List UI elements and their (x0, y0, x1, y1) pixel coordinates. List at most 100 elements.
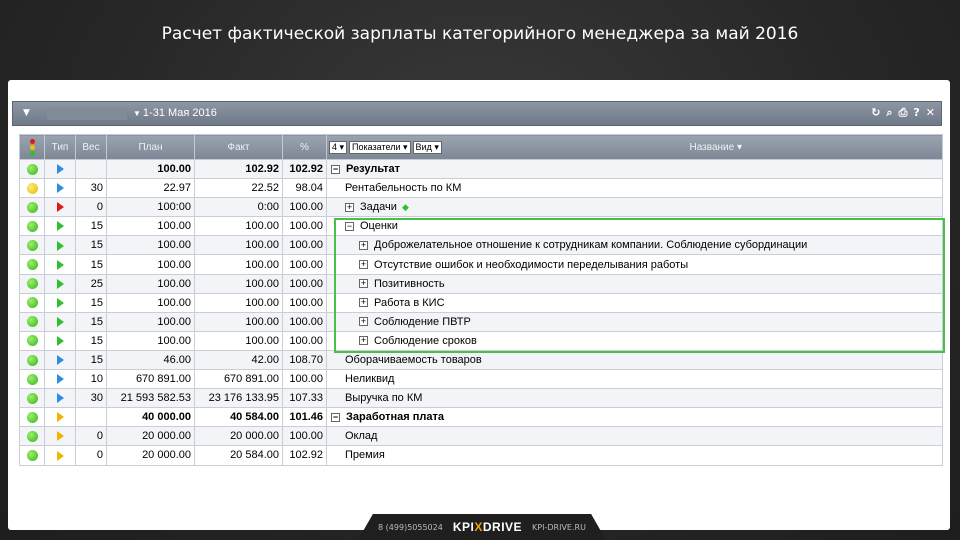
expand-icon[interactable]: + (359, 317, 368, 327)
collapse-icon[interactable]: − (345, 221, 354, 231)
expand-icon[interactable]: + (359, 336, 368, 346)
percent-cell: 100.00 (282, 369, 327, 390)
type-flag-icon (56, 431, 64, 442)
table-row[interactable]: 15 100.00 100.00 100.00− Оценки (19, 216, 943, 237)
collapse-icon[interactable]: − (331, 412, 340, 422)
weight-cell: 15 (75, 254, 107, 275)
name-cell[interactable]: + Соблюдение ПВТР (326, 311, 943, 332)
percent-cell: 100.00 (282, 273, 327, 294)
percent-cell: 102.92 (282, 445, 327, 466)
percent-column-header[interactable]: % (282, 134, 327, 160)
type-cell (44, 158, 76, 180)
table-row[interactable]: 25 100.00 100.00 100.00 + Позитивность (19, 273, 943, 294)
indicator-name: Премия (345, 449, 385, 462)
status-cell (19, 445, 45, 466)
table-row[interactable]: 15 100.00 100.00 100.00 + Соблюдение ПВТР (19, 311, 943, 332)
name-cell[interactable]: − Оценки (326, 216, 943, 237)
status-cell (19, 369, 45, 390)
percent-cell: 98.04 (282, 178, 327, 199)
weight-cell: 15 (75, 311, 107, 332)
search-icon[interactable]: ⌕ (886, 106, 892, 120)
status-light-icon (26, 411, 38, 423)
chevron-down-icon[interactable]: ▼ (23, 108, 30, 118)
fact-column-header[interactable]: Факт (194, 134, 283, 160)
view-select[interactable]: Вид ▾ (412, 140, 442, 154)
print-icon[interactable]: ⎙ (899, 106, 908, 120)
footer-site[interactable]: KPI-DRIVE.RU (532, 523, 586, 532)
refresh-icon[interactable]: ↻ (871, 106, 880, 120)
status-cell (19, 197, 45, 218)
period-arrow-icon: ▼ (133, 109, 141, 118)
fact-cell: 20 584.00 (194, 445, 283, 466)
status-light-icon (26, 163, 38, 175)
expand-icon[interactable]: + (345, 202, 354, 212)
collapse-icon[interactable]: − (331, 164, 340, 174)
period-selector[interactable]: ▼ 1-31 Мая 2016 (133, 107, 217, 119)
name-cell[interactable]: + Позитивность (326, 273, 943, 294)
type-flag-icon (56, 450, 64, 461)
name-cell[interactable]: Оборачиваемость товаров (326, 349, 943, 371)
status-cell (19, 254, 45, 275)
name-cell[interactable]: + Задачи ◆ (326, 197, 943, 218)
type-flag-icon (56, 221, 64, 232)
plan-cell: 46.00 (106, 349, 195, 371)
table-row[interactable]: 15 46.00 42.00 108.70 Оборачиваемость товаро… (19, 349, 943, 371)
indicator-name: Работа в КИС (374, 296, 445, 309)
name-cell[interactable]: + Соблюдение сроков (326, 330, 943, 351)
table-row[interactable]: 30 22.97 22.52 98.04 Рентабельность по КМ (19, 178, 943, 199)
table-row[interactable]: 0 20 000.00 20 000.00 100.00 Оклад (19, 426, 943, 447)
expand-icon[interactable]: + (359, 241, 368, 251)
employee-selector[interactable] (47, 107, 127, 120)
table-row[interactable]: 30 21 593 582.53 23 176 133.95 107.33 Выручк… (19, 388, 943, 409)
expand-icon[interactable]: + (359, 279, 368, 289)
type-flag-icon (56, 259, 64, 270)
name-cell[interactable]: Неликвид (326, 369, 943, 390)
type-flag-icon (56, 202, 64, 213)
table-row[interactable]: 40 000.00 40 584.00 101.46− Заработная плат… (19, 407, 943, 428)
help-icon[interactable]: ? (913, 106, 919, 120)
weight-cell: 0 (75, 445, 107, 466)
name-cell[interactable]: − Результат (326, 158, 943, 180)
percent-cell: 100.00 (282, 254, 327, 275)
table-row[interactable]: 15 100.00 100.00 100.00 + Работа в КИС (19, 292, 943, 313)
name-cell[interactable]: Выручка по КМ (326, 388, 943, 409)
status-light-icon (26, 240, 38, 252)
diamond-icon: ◆ (401, 202, 409, 213)
percent-cell: 100.00 (282, 292, 327, 313)
levels-select[interactable]: 4 ▾ (329, 140, 348, 154)
name-cell[interactable]: Премия (326, 445, 943, 466)
table-row[interactable]: 15 100.00 100.00 100.00 + Соблюдение сроков (19, 330, 943, 351)
weight-cell: 15 (75, 216, 107, 237)
name-cell[interactable]: − Заработная плата (326, 407, 943, 428)
status-cell (19, 216, 45, 237)
type-cell (44, 407, 76, 428)
status-light-icon (26, 450, 38, 462)
weight-column-header[interactable]: Вес (75, 134, 107, 160)
name-cell[interactable]: Оклад (326, 426, 943, 447)
type-column-header[interactable]: Тип (44, 134, 76, 160)
table-row[interactable]: 10 670 891.00 670 891.00 100.00 Неликвид (19, 369, 943, 390)
name-cell[interactable]: + Доброжелательное отношение к сотрудника… (326, 235, 943, 256)
table-row[interactable]: 15 100.00 100.00 100.00 + Отсутствие ошибок и… (19, 254, 943, 275)
indicators-select[interactable]: Показатели ▾ (349, 140, 411, 154)
status-cell (19, 273, 45, 294)
status-cell (19, 178, 45, 199)
table-row[interactable]: 0 20 000.00 20 584.00 102.92 Премия (19, 445, 943, 466)
status-light-icon (26, 201, 38, 213)
weight-cell: 15 (75, 330, 107, 351)
expand-icon[interactable]: + (359, 260, 368, 270)
fact-cell: 102.92 (194, 158, 283, 180)
table-row[interactable]: 0 100:00 0:00 100.00 + Задачи ◆ (19, 197, 943, 218)
percent-cell: 100.00 (282, 216, 327, 237)
table-row[interactable]: 15 100.00 100.00 100.00 + Доброжелательное от… (19, 235, 943, 256)
close-icon[interactable]: ✕ (926, 106, 935, 120)
name-cell[interactable]: Рентабельность по КМ (326, 178, 943, 199)
name-sort-header[interactable]: Название ▾ (690, 142, 743, 153)
expand-icon[interactable]: + (359, 298, 368, 308)
name-cell[interactable]: + Работа в КИС (326, 292, 943, 313)
name-cell[interactable]: + Отсутствие ошибок и необходимости перед… (326, 254, 943, 275)
slide-title: Расчет фактической зарплаты категорийног… (161, 24, 799, 44)
plan-column-header[interactable]: План (106, 134, 195, 160)
table-row[interactable]: 100.00 102.92 102.92− Результат (19, 158, 943, 180)
indicator-name: Отсутствие ошибок и необходимости переде… (374, 258, 689, 271)
